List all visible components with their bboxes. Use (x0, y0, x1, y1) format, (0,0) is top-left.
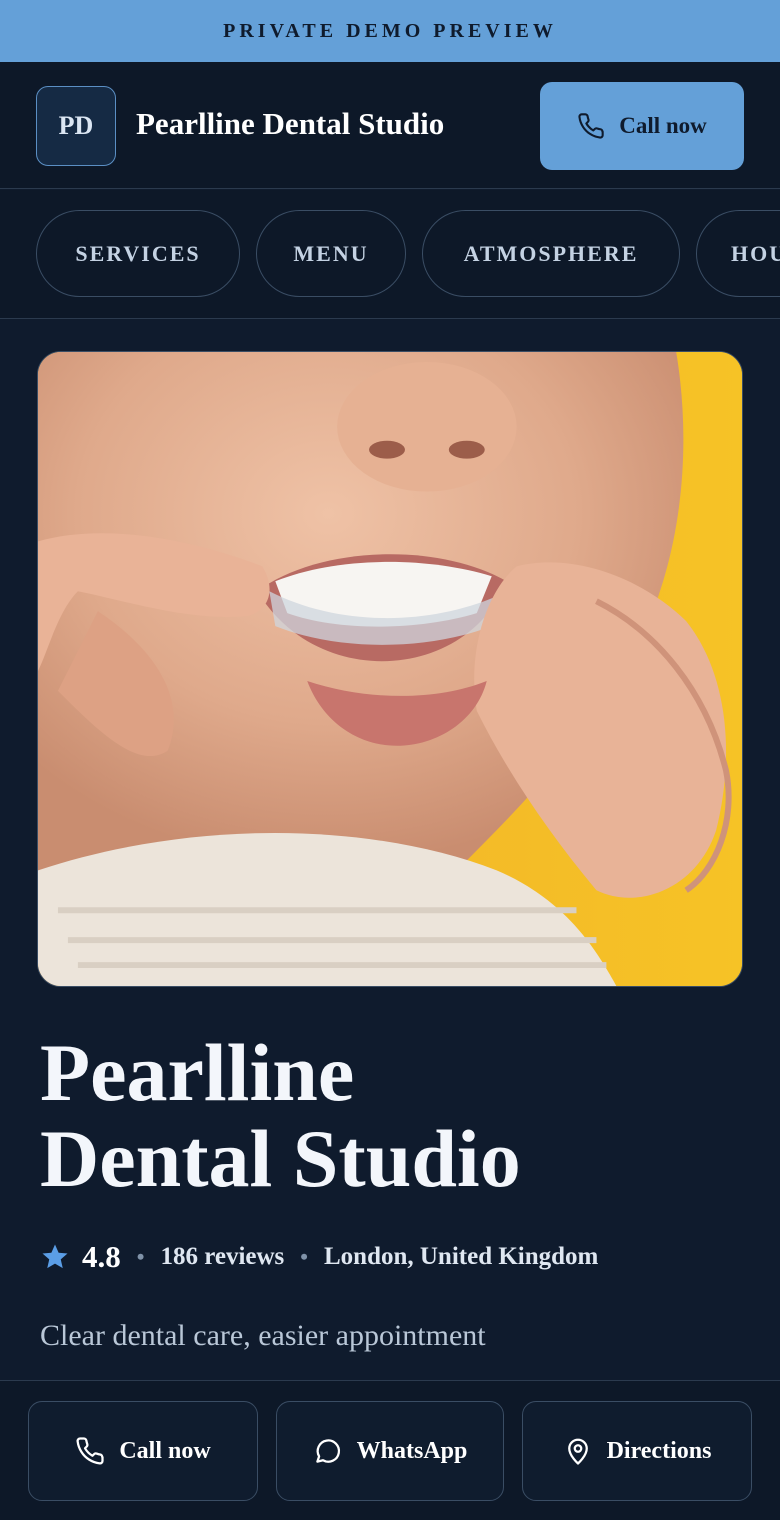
business-tagline: Clear dental care, easier appointment (40, 1319, 486, 1352)
header-call-label: Call now (619, 113, 707, 138)
business-location: London, United Kingdom (323, 1243, 599, 1270)
call-button-label: Call now (119, 1437, 211, 1464)
phone-icon (76, 1437, 104, 1465)
rating-value: 4.8 (82, 1239, 121, 1274)
business-title-line2: Dental Studio (40, 1113, 521, 1204)
business-title: Pearlline Dental Studio (40, 1030, 740, 1202)
directions-button-label: Directions (606, 1437, 712, 1464)
whatsapp-button-label: WhatsApp (356, 1437, 468, 1464)
preview-banner: PRIVATE DEMO PREVIEW (0, 0, 780, 62)
nav-item-menu[interactable]: MENU (256, 210, 406, 297)
nav-item-services[interactable]: SERVICES (36, 210, 240, 297)
logo-badge[interactable]: PD (36, 86, 116, 166)
call-button[interactable]: Call now (28, 1401, 258, 1501)
hero-image (37, 351, 743, 987)
nav-item-hours[interactable]: HOURS (696, 210, 780, 297)
business-title-line1: Pearlline (40, 1027, 355, 1118)
brand-name[interactable]: Pearlline Dental Studio (136, 106, 444, 142)
star-icon (42, 1244, 68, 1269)
chat-bubble-icon (315, 1439, 340, 1463)
section-nav: SERVICES MENU ATMOSPHERE HOURS (0, 190, 780, 319)
whatsapp-button[interactable]: WhatsApp (276, 1401, 504, 1501)
directions-button[interactable]: Directions (522, 1401, 752, 1501)
phone-icon (578, 113, 604, 139)
separator-dot: • (300, 1244, 308, 1269)
dental-aligner-photo (38, 352, 742, 986)
site-header: PD Pearlline Dental Studio Call now (0, 62, 780, 189)
header-call-button[interactable]: Call now (540, 82, 744, 170)
separator-dot: • (136, 1244, 145, 1269)
action-bar: Call now WhatsApp Directions (0, 1380, 780, 1520)
preview-banner-text: PRIVATE DEMO PREVIEW (223, 19, 557, 42)
map-pin-icon (567, 1438, 588, 1465)
business-meta: 4.8 • 186 reviews • London, United Kingd… (40, 1236, 598, 1278)
review-count[interactable]: 186 reviews (160, 1243, 284, 1271)
nav-item-atmosphere[interactable]: ATMOSPHERE (422, 210, 680, 297)
